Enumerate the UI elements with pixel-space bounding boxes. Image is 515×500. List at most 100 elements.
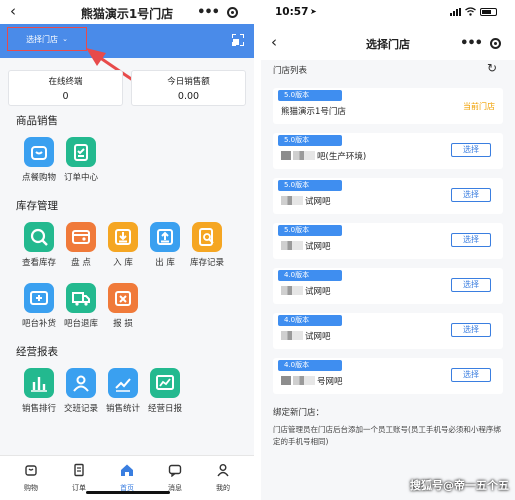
stat-value: 0.00 xyxy=(177,91,200,102)
redacted-block xyxy=(281,241,303,250)
current-store-label: 当前门店 xyxy=(463,102,495,111)
trend-chart-icon xyxy=(108,368,138,398)
shopping-bag-icon xyxy=(24,137,54,167)
grid-item-order-center[interactable]: 订单中心 xyxy=(58,137,104,183)
grid-item-sales-stats[interactable]: 销售统计 xyxy=(100,368,146,414)
redacted-block xyxy=(281,331,303,340)
store-card[interactable]: 4.0版本 试网吧 选择 xyxy=(273,268,503,304)
stat-label: 在线终端 xyxy=(48,77,83,87)
title-bar: ‹ 熊猫演示1号门店 ••• xyxy=(0,0,254,24)
clipboard-check-icon xyxy=(66,137,96,167)
grid-item-label: 交班记录 xyxy=(63,404,98,414)
message-tab-icon xyxy=(168,464,182,478)
user-shift-icon xyxy=(66,368,96,398)
store-card[interactable]: 5.0版本 熊猫演示1号门店 当前门店 xyxy=(273,88,503,124)
version-badge: 4.0版本 xyxy=(278,360,342,371)
grid-item-label: 订单中心 xyxy=(63,173,98,183)
tab-messages[interactable]: 消息 xyxy=(155,462,195,493)
store-name: 试网吧 xyxy=(305,287,331,297)
select-store-button[interactable]: 选择 xyxy=(451,143,491,157)
grid-item-report-damage[interactable]: 报 损 xyxy=(100,283,146,329)
select-store-button[interactable]: 选择 xyxy=(451,368,491,382)
grid-item-stocktake[interactable]: 盘 点 xyxy=(58,222,104,268)
store-select-button[interactable]: 选择门店 ⌄ xyxy=(7,27,87,51)
close-target-icon[interactable] xyxy=(490,38,501,49)
store-card[interactable]: 5.0版本 试网吧 选择 xyxy=(273,178,503,214)
grid-item-daily-report[interactable]: 经营日报 xyxy=(142,368,188,414)
return-truck-icon xyxy=(66,283,96,313)
store-name: 熊猫演示1号门店 xyxy=(281,107,346,117)
stat-value: 0 xyxy=(62,91,69,102)
store-name-row: 试网吧 xyxy=(281,240,331,252)
redacted-block xyxy=(281,196,303,205)
store-name: 试网吧 xyxy=(305,242,331,252)
tab-label: 购物 xyxy=(24,484,38,492)
status-bar: 10:57 ➤ xyxy=(261,0,515,24)
tab-orders[interactable]: 订单 xyxy=(59,462,99,493)
store-card[interactable]: 4.0版本 试网吧 选择 xyxy=(273,313,503,349)
more-icon[interactable]: ••• xyxy=(197,5,220,20)
nav-bar: ‹ 选择门店 ••• xyxy=(261,24,515,60)
stat-label: 今日销售额 xyxy=(167,77,210,87)
record-search-icon xyxy=(192,222,222,252)
wifi-icon xyxy=(465,7,476,16)
grid-item-label: 销售排行 xyxy=(21,404,56,414)
magnifier-icon xyxy=(24,222,54,252)
daily-report-icon xyxy=(150,368,180,398)
section-title-sales: 商品销售 xyxy=(16,115,58,127)
select-store-button[interactable]: 选择 xyxy=(451,323,491,337)
grid-item-label: 库存记录 xyxy=(189,258,224,268)
inbox-download-icon xyxy=(108,222,138,252)
grid-item-label: 盘 点 xyxy=(71,258,91,268)
grid-item-label: 吧台退库 xyxy=(63,319,98,329)
status-icons xyxy=(450,7,497,16)
grid-item-label: 入 库 xyxy=(113,258,133,268)
grid-item-stock-in[interactable]: 入 库 xyxy=(100,222,146,268)
bind-new-store-heading: 绑定新门店： xyxy=(273,408,325,418)
bag-tab-icon xyxy=(25,465,37,476)
redacted-block xyxy=(281,376,291,385)
bar-chart-icon xyxy=(24,368,54,398)
restock-icon xyxy=(24,283,54,313)
home-tab-icon xyxy=(121,464,133,476)
redacted-block xyxy=(281,286,303,295)
grid-item-order-shopping[interactable]: 点餐购物 xyxy=(16,137,62,183)
select-store-button[interactable]: 选择 xyxy=(451,188,491,202)
chevron-down-icon: ⌄ xyxy=(62,35,68,43)
section-title-inventory: 库存管理 xyxy=(16,200,58,212)
grid-item-label: 吧台补货 xyxy=(21,319,56,329)
redacted-block xyxy=(293,376,315,385)
store-list-heading: 门店列表 xyxy=(273,66,308,76)
section-title-reports: 经营报表 xyxy=(16,346,58,358)
grid-item-sales-ranking[interactable]: 销售排行 xyxy=(16,368,62,414)
select-store-screen: 10:57 ➤ ‹ 选择门店 ••• 门店列表 ↻ 5.0版本 熊猫演示1号门店… xyxy=(261,0,515,500)
tab-profile[interactable]: 我的 xyxy=(203,462,243,493)
mini-program-capsule: ••• xyxy=(460,36,501,51)
grid-item-stock-out[interactable]: 出 库 xyxy=(142,222,188,268)
grid-item-stock-records[interactable]: 库存记录 xyxy=(184,222,230,268)
grid-item-bar-return[interactable]: 吧台退库 xyxy=(58,283,104,329)
close-target-icon[interactable] xyxy=(227,7,238,18)
grid-item-view-stock[interactable]: 查看库存 xyxy=(16,222,62,268)
tab-shopping[interactable]: 购物 xyxy=(11,462,51,493)
store-card[interactable]: 4.0版本 号网吧 选择 xyxy=(273,358,503,394)
location-arrow-icon: ➤ xyxy=(310,7,317,16)
store-name: 吧(生产环境) xyxy=(317,152,367,162)
scan-icon[interactable] xyxy=(232,34,244,46)
cellular-signal-icon xyxy=(450,7,461,16)
store-name-row: 吧(生产环境) xyxy=(281,150,366,162)
version-badge: 5.0版本 xyxy=(278,225,342,236)
select-store-button[interactable]: 选择 xyxy=(451,278,491,292)
store-name-row: 试网吧 xyxy=(281,195,331,207)
more-icon[interactable]: ••• xyxy=(460,36,483,51)
store-card[interactable]: 5.0版本 试网吧 选择 xyxy=(273,223,503,259)
grid-item-shift-records[interactable]: 交班记录 xyxy=(58,368,104,414)
grid-item-bar-restock[interactable]: 吧台补货 xyxy=(16,283,62,329)
store-card[interactable]: 5.0版本 吧(生产环境) 选择 xyxy=(273,133,503,169)
grid-item-label: 查看库存 xyxy=(21,258,56,268)
damage-box-icon xyxy=(108,283,138,313)
mini-program-capsule: ••• xyxy=(197,5,238,20)
select-store-button[interactable]: 选择 xyxy=(451,233,491,247)
tab-home[interactable]: 首页 xyxy=(107,462,147,493)
refresh-icon[interactable]: ↻ xyxy=(487,61,497,75)
